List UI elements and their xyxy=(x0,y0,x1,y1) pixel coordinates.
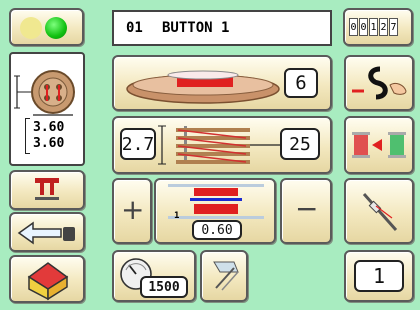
needle-button[interactable] xyxy=(344,178,414,244)
speed-button[interactable]: 1500 xyxy=(112,250,196,302)
minus-button[interactable]: − xyxy=(280,178,332,244)
speed-value: 1500 xyxy=(140,276,188,298)
pitch-marker: 1 xyxy=(174,211,180,221)
counter-button[interactable]: 0 0 1 2 7 xyxy=(343,8,413,46)
thread-tension-button[interactable]: 6 xyxy=(112,55,332,111)
button-height-value: 3.60 xyxy=(33,136,65,151)
button-size-icon xyxy=(14,70,75,116)
counter-digit: 2 xyxy=(379,18,388,36)
counter-digit: 7 xyxy=(389,18,398,36)
stitch-right-value: 25 xyxy=(280,128,320,160)
plus-button[interactable]: + xyxy=(112,178,152,244)
stitch-left-value: 2.7 xyxy=(120,128,156,160)
home-icon xyxy=(27,262,69,301)
counter-digit: 0 xyxy=(349,18,358,36)
tension-disc-icon xyxy=(126,70,280,104)
status-light-green xyxy=(45,17,67,39)
program-number: 01 xyxy=(126,20,143,36)
program-name-bar[interactable]: 01 BUTTON 1 xyxy=(112,10,332,46)
thread-color-button[interactable] xyxy=(344,116,414,174)
minus-label: − xyxy=(295,192,319,225)
status-light-yellow xyxy=(20,17,42,39)
stitch-setting-button[interactable]: 2.7 25 xyxy=(112,116,332,174)
button-width-value: 3.60 xyxy=(33,120,65,135)
hand-thread-icon xyxy=(352,66,407,100)
status-indicator-button[interactable] xyxy=(9,8,84,46)
counter-digits: 0 0 1 2 7 xyxy=(349,18,399,36)
thread-trim-button[interactable] xyxy=(200,250,248,302)
spring-icon xyxy=(158,125,280,165)
counter-digit: 1 xyxy=(369,18,378,36)
pitch-setting-button[interactable]: 1 0.60 xyxy=(154,178,276,244)
trimmer-icon xyxy=(213,261,239,291)
pitch-value: 0.60 xyxy=(192,220,242,240)
home-button[interactable] xyxy=(9,255,85,303)
button-size-panel[interactable]: 3.60 3.60 xyxy=(9,52,85,166)
thread-spools-icon xyxy=(352,132,406,158)
presser-foot-button[interactable] xyxy=(9,170,85,210)
bobbin-icon xyxy=(168,184,264,219)
plus-label: + xyxy=(121,193,145,226)
count-value: 1 xyxy=(354,260,404,292)
counter-digit: 0 xyxy=(359,18,368,36)
back-arrow-icon xyxy=(17,221,75,245)
count-button[interactable]: 1 xyxy=(344,250,414,302)
presser-foot-icon xyxy=(35,178,59,200)
program-name: BUTTON 1 xyxy=(162,20,230,36)
thread-hand-button[interactable] xyxy=(344,55,414,111)
button-size-bracket xyxy=(25,118,30,154)
back-button[interactable] xyxy=(9,212,85,252)
needle-icon xyxy=(362,193,398,231)
thread-tension-value: 6 xyxy=(284,68,318,98)
